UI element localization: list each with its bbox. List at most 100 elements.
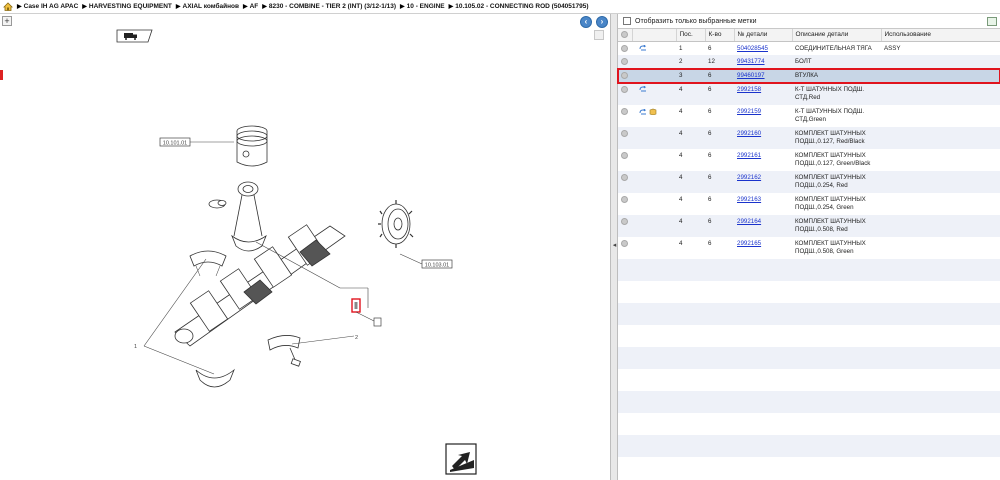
drawing-pane[interactable]: 10.101.01 10.103.01 1 2 + ‹ › <box>0 14 610 480</box>
zoom-in-button[interactable]: + <box>2 16 12 26</box>
row-select-cell[interactable] <box>618 171 632 193</box>
row-bullet-icon[interactable] <box>621 58 628 65</box>
table-row[interactable]: 4 6 2992161 КОМПЛЕКТ ШАТУННЫХ ПОДШ.,0.127, G… <box>618 149 1000 171</box>
breadcrumb-item[interactable]: ▶ AXIAL комбайнов <box>176 3 239 10</box>
subassembly-icon[interactable] <box>639 108 647 115</box>
breadcrumb-arrow-icon: ▶ <box>448 4 454 10</box>
description-line-2: ПОДШ.,0.127, Green/Black <box>795 160 871 167</box>
filter-bar: Отобразить только выбранные метки <box>618 14 1000 29</box>
exploded-view-drawing[interactable]: 10.101.01 10.103.01 1 2 <box>0 14 610 480</box>
breadcrumb-item[interactable]: ▶ HARVESTING EQUIPMENT <box>82 3 172 10</box>
part-number-link[interactable]: 2992161 <box>737 152 761 159</box>
part-number-cell: 99431774 <box>734 55 792 69</box>
description-line-1: К-Т ШАТУННЫХ ПОДШ. <box>795 108 865 115</box>
previous-view-button[interactable]: ‹ <box>580 16 592 28</box>
row-bullet-icon[interactable] <box>621 72 628 79</box>
row-bullet-icon[interactable] <box>621 174 628 181</box>
table-row[interactable]: 1 6 504028545 СОЕДИНИТЕЛЬНАЯ ТЯГА ASSY <box>618 41 1000 55</box>
breadcrumb-item[interactable]: ▶ Case IH AG APAC <box>17 3 78 10</box>
callout-3-highlighted[interactable] <box>351 298 361 313</box>
pos-cell: 4 <box>676 83 705 105</box>
breadcrumb-item[interactable]: ▶ 8230 - COMBINE - TIER 2 (INT) (3/12-1/1… <box>262 3 396 10</box>
header-description[interactable]: Описание детали <box>792 29 882 42</box>
callout-box-small[interactable] <box>373 317 382 327</box>
row-select-cell[interactable] <box>618 193 632 215</box>
pos-cell: 4 <box>679 108 683 115</box>
subassembly-icon[interactable] <box>639 44 647 51</box>
table-row[interactable]: 4 6 2992163 КОМПЛЕКТ ШАТУННЫХ ПОДШ.,0.254, G… <box>618 193 1000 215</box>
description-line-1: КОМПЛЕКТ ШАТУННЫХ <box>795 174 866 181</box>
table-row[interactable]: 2 12 99431774 БОЛТ <box>618 55 1000 69</box>
row-bullet-icon[interactable] <box>621 196 628 203</box>
part-number-link[interactable]: 2992162 <box>737 174 761 181</box>
row-bullet-icon[interactable] <box>621 218 628 225</box>
row-select-cell[interactable] <box>618 237 632 259</box>
header-qty[interactable]: К-во <box>705 29 735 42</box>
row-select-cell[interactable] <box>618 105 632 127</box>
home-icon[interactable] <box>3 2 13 11</box>
row-select-cell[interactable] <box>618 215 632 237</box>
row-bullet-icon[interactable] <box>621 44 628 52</box>
header-select-all[interactable] <box>618 29 633 42</box>
callout-10-101-01[interactable]: 10.101.01 <box>159 137 191 147</box>
table-row[interactable]: 3 6 99460197 ВТУЛКА <box>617 68 1000 84</box>
table-row[interactable]: 4 6 2992165 КОМПЛЕКТ ШАТУННЫХ ПОДШ.,0.508, G… <box>618 237 1000 259</box>
part-number-link[interactable]: 2992163 <box>737 196 761 203</box>
breadcrumb-item[interactable]: ▶ 10 - ENGINE <box>400 3 445 10</box>
package-icon[interactable] <box>649 108 657 115</box>
callout-10-103-01[interactable]: 10.103.01 <box>421 259 453 269</box>
table-row[interactable]: 4 6 2992158 К-Т ШАТУННЫХ ПОДШ. СТД,Red <box>618 83 1000 105</box>
part-number-cell: 2992161 <box>734 149 792 171</box>
qty-cell: 6 <box>705 69 734 83</box>
part-number-link[interactable]: 99431774 <box>737 58 765 65</box>
export-icon[interactable] <box>987 17 997 26</box>
show-selected-only-checkbox[interactable] <box>623 17 631 25</box>
table-row[interactable]: 4 6 2992159 К-Т ШАТУННЫХ ПОДШ. СТД,Green <box>618 105 1000 127</box>
table-row[interactable]: 4 6 2992160 КОМПЛЕКТ ШАТУННЫХ ПОДШ.,0.127, R… <box>618 127 1000 149</box>
header-pos[interactable]: Пос. <box>676 29 706 42</box>
part-number-link[interactable]: 2992164 <box>737 218 761 225</box>
table-row[interactable]: 4 6 2992164 КОМПЛЕКТ ШАТУННЫХ ПОДШ.,0.508, R… <box>618 215 1000 237</box>
next-view-button[interactable]: › <box>596 16 608 28</box>
row-select-cell[interactable] <box>618 127 632 149</box>
row-select-cell[interactable] <box>618 83 632 105</box>
header-part-number[interactable]: № детали <box>734 29 793 42</box>
part-number-link[interactable]: 2992159 <box>737 108 761 115</box>
description-line-2: ПОДШ.,0.508, Green <box>795 248 854 255</box>
row-bullet-icon[interactable] <box>621 130 628 137</box>
part-number-link[interactable]: 2992158 <box>737 86 761 93</box>
breadcrumb-items: ▶ Case IH AG APAC ▶ HARVESTING EQUIPMENT ▶ AX… <box>17 3 593 10</box>
qty-cell: 6 <box>705 83 734 105</box>
part-number-link[interactable]: 2992160 <box>737 130 761 137</box>
row-select-cell[interactable] <box>618 69 632 83</box>
usage-cell: ASSY <box>884 44 901 52</box>
row-bullet-icon[interactable] <box>621 152 628 159</box>
table-row[interactable]: 4 6 2992162 КОМПЛЕКТ ШАТУННЫХ ПОДШ.,0.254, R… <box>618 171 1000 193</box>
next-view-arrow-icon[interactable] <box>445 443 477 475</box>
subassembly-icon[interactable] <box>639 86 647 92</box>
select-all-bullet-icon[interactable] <box>621 31 628 39</box>
collapse-arrow-icon[interactable]: ◂ <box>612 240 617 252</box>
pane-splitter[interactable]: ◂ <box>610 14 618 480</box>
row-bullet-icon[interactable] <box>621 240 628 247</box>
breadcrumb-item[interactable]: ▶ 10.105.02 - CONNECTING ROD (504051795) <box>449 3 589 10</box>
part-number-link[interactable]: 504028545 <box>737 45 768 52</box>
row-select-cell[interactable] <box>618 41 632 55</box>
part-number-link[interactable]: 2992165 <box>737 240 761 247</box>
row-select-cell[interactable] <box>618 149 632 171</box>
part-number-link[interactable]: 99460197 <box>737 72 765 79</box>
part-number-cell: 2992158 <box>734 83 792 105</box>
description-line-2: ПОДШ.,0.508, Red <box>795 226 848 233</box>
row-icons-cell <box>632 55 676 69</box>
row-bullet-icon[interactable] <box>621 86 628 93</box>
row-select-cell[interactable] <box>618 55 632 69</box>
breadcrumb-label: 10.105.02 - CONNECTING ROD (504051795) <box>455 3 589 10</box>
breadcrumb-arrow-icon: ▶ <box>242 4 248 10</box>
header-usage[interactable]: Использование <box>881 29 1000 42</box>
row-icons-cell <box>632 193 676 215</box>
bolt-part <box>289 347 301 367</box>
breadcrumb-item[interactable]: ▶ AF <box>243 3 258 10</box>
row-bullet-icon[interactable] <box>621 108 628 115</box>
drawing-scroll-box[interactable] <box>594 30 604 40</box>
row-icons-cell <box>632 105 676 127</box>
